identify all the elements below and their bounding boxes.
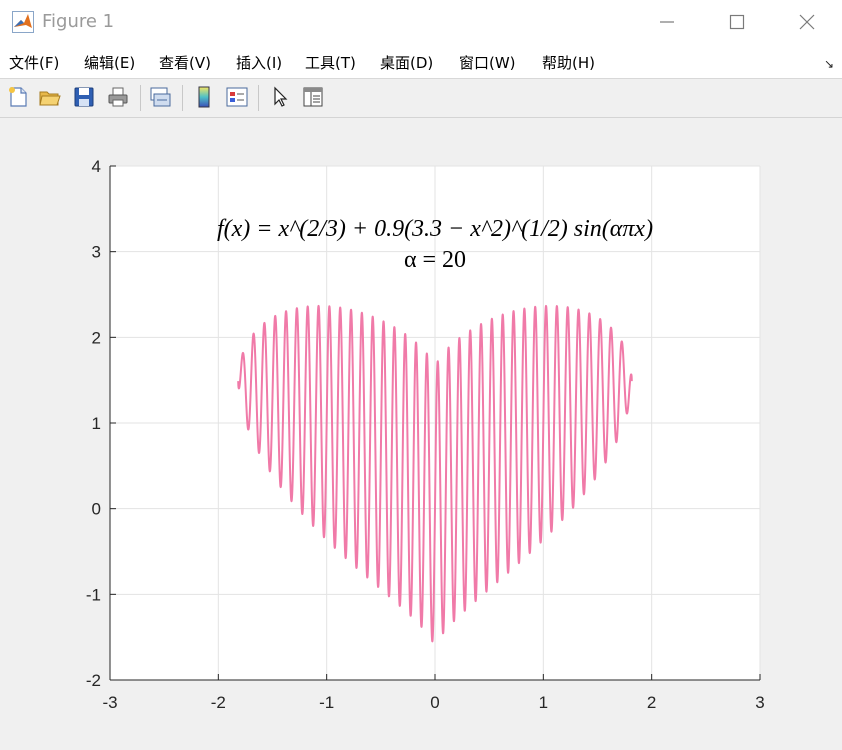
title-bar: Figure 1 bbox=[0, 0, 842, 45]
y-tick-label: 1 bbox=[92, 414, 101, 433]
insert-legend-icon bbox=[226, 87, 248, 107]
property-inspector-icon bbox=[303, 87, 323, 107]
save-button[interactable] bbox=[70, 83, 98, 111]
link-plot-icon bbox=[150, 87, 171, 107]
minimize-button[interactable] bbox=[632, 0, 702, 44]
y-tick-label: 2 bbox=[92, 328, 101, 347]
new-figure-button[interactable] bbox=[4, 83, 32, 111]
x-tick-label: -3 bbox=[102, 693, 117, 712]
edit-plot-button[interactable] bbox=[266, 83, 294, 111]
toolbar-separator bbox=[182, 85, 183, 111]
menu-insert[interactable]: 插入(I) bbox=[236, 52, 282, 73]
matlab-logo-icon bbox=[12, 11, 34, 33]
close-button[interactable] bbox=[772, 0, 842, 44]
x-tick-label: 1 bbox=[539, 693, 548, 712]
x-tick-label: -1 bbox=[319, 693, 334, 712]
menu-help[interactable]: 帮助(H) bbox=[542, 52, 595, 73]
insert-colorbar-icon bbox=[198, 86, 210, 108]
menu-view[interactable]: 查看(V) bbox=[159, 52, 211, 73]
toolbar-separator bbox=[140, 85, 141, 111]
window-title: Figure 1 bbox=[42, 11, 115, 32]
alpha-value-label: α = 20 bbox=[404, 247, 466, 273]
y-tick-label: -2 bbox=[86, 671, 101, 690]
x-tick-label: 3 bbox=[755, 693, 764, 712]
x-tick-label: 0 bbox=[430, 693, 439, 712]
close-icon bbox=[799, 14, 815, 30]
y-tick-label: 3 bbox=[92, 243, 101, 262]
open-file-icon bbox=[39, 91, 61, 106]
maximize-button[interactable] bbox=[702, 0, 772, 44]
new-figure-icon bbox=[9, 87, 27, 107]
menu-file[interactable]: 文件(F) bbox=[9, 52, 59, 73]
save-icon bbox=[74, 87, 94, 107]
x-tick-label: -2 bbox=[211, 693, 226, 712]
toolbar-separator bbox=[258, 85, 259, 111]
y-tick-label: 4 bbox=[92, 157, 101, 176]
plot-svg: -3 -2 -1 0 1 2 3 -2-101234 f(x) = x^(2/3) + 0.… bbox=[86, 157, 765, 712]
function-formula-label: f(x) = x^(2/3) + 0.9(3.3 − x^2)^(1/2) si… bbox=[217, 216, 653, 242]
print-button[interactable] bbox=[104, 83, 132, 111]
maximize-icon bbox=[729, 14, 745, 30]
y-tick-label: 0 bbox=[92, 500, 101, 519]
print-icon bbox=[108, 87, 128, 107]
menu-bar: 文件(F) 编辑(E) 查看(V) 插入(I) 工具(T) 桌面(D) 窗口(W… bbox=[0, 44, 842, 79]
link-plot-button[interactable] bbox=[146, 83, 174, 111]
insert-colorbar-button[interactable] bbox=[190, 83, 218, 111]
menu-edit[interactable]: 编辑(E) bbox=[84, 52, 135, 73]
figure-area: -3 -2 -1 0 1 2 3 -2 -1 0 1 2 3 4 f(x) = x^(2/3) + 0.… bbox=[0, 118, 842, 750]
menu-desktop[interactable]: 桌面(D) bbox=[380, 52, 433, 73]
toolbar bbox=[0, 79, 842, 118]
property-inspector-button[interactable] bbox=[299, 83, 327, 111]
menu-window[interactable]: 窗口(W) bbox=[459, 52, 516, 73]
dock-arrow-icon[interactable]: ↘ bbox=[824, 57, 834, 71]
menu-tools[interactable]: 工具(T) bbox=[305, 52, 356, 73]
x-tick-label: 2 bbox=[647, 693, 656, 712]
y-tick-label: -1 bbox=[86, 585, 101, 604]
open-file-button[interactable] bbox=[36, 83, 64, 111]
minimize-icon bbox=[660, 21, 674, 23]
insert-legend-button[interactable] bbox=[223, 83, 251, 111]
edit-plot-arrow-icon bbox=[274, 86, 288, 107]
